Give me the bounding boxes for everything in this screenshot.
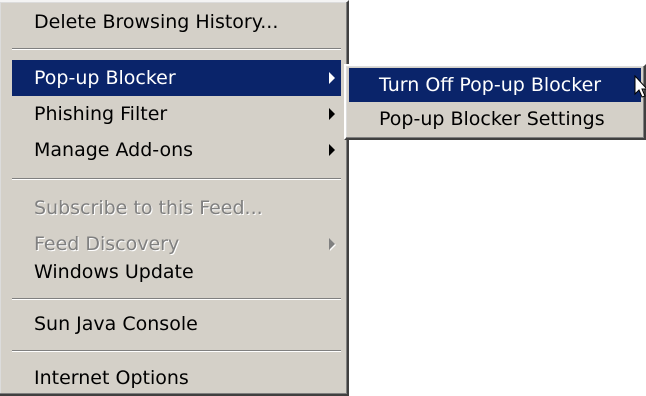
menu-item-label: Windows Update [34,261,194,283]
submenu-item-turn-off-popup-blocker[interactable]: Turn Off Pop-up Blocker [349,68,641,102]
menu-item-internet-options[interactable]: Internet Options [12,360,341,396]
menu-item-label: Phishing Filter [34,103,168,125]
menu-item-sun-java-console[interactable]: Sun Java Console [12,306,341,342]
chevron-right-icon [329,238,335,250]
menu-item-windows-update[interactable]: Windows Update [12,254,341,290]
menu-item-label: Manage Add-ons [34,139,194,161]
menu-item-label: Sun Java Console [34,313,198,335]
menu-item-label: Internet Options [34,367,189,389]
chevron-right-icon [329,72,335,84]
submenu-item-label: Turn Off Pop-up Blocker [379,74,602,96]
menu-item-popup-blocker[interactable]: Pop-up Blocker [12,60,341,96]
submenu-item-label: Pop-up Blocker Settings [379,108,605,130]
tools-menu: Delete Browsing History... Pop-up Blocke… [0,0,349,396]
menu-item-subscribe-to-feed: Subscribe to this Feed... [12,190,341,226]
chevron-right-icon [329,144,335,156]
menu-item-delete-browsing-history[interactable]: Delete Browsing History... [12,4,341,40]
menu-separator [12,178,341,180]
menu-separator [12,298,341,300]
mouse-pointer-icon [634,75,646,98]
menu-item-phishing-filter[interactable]: Phishing Filter [12,96,341,132]
submenu-item-popup-blocker-settings[interactable]: Pop-up Blocker Settings [349,102,641,136]
menu-item-label: Delete Browsing History... [34,11,279,33]
chevron-right-icon [329,108,335,120]
menu-item-label: Subscribe to this Feed... [34,197,263,219]
menu-separator [12,48,341,50]
popup-blocker-submenu: Turn Off Pop-up Blocker Pop-up Blocker S… [344,64,646,140]
menu-separator [12,350,341,352]
menu-item-label: Pop-up Blocker [34,67,176,89]
menu-item-label: Feed Discovery [34,233,180,255]
menu-item-manage-add-ons[interactable]: Manage Add-ons [12,132,341,168]
